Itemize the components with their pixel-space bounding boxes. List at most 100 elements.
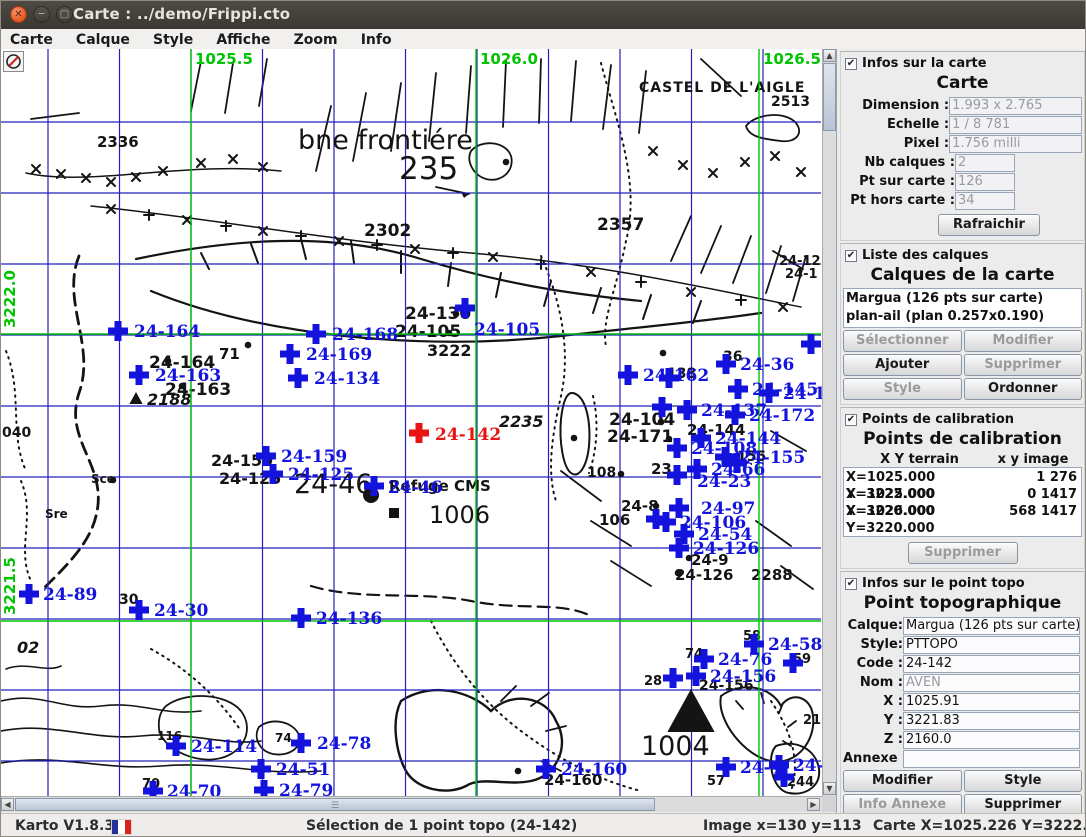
map-triangle-symbol [129, 392, 142, 404]
topo-point-label: 24-159 [281, 447, 347, 467]
topo-point-label: 24-126 [693, 539, 759, 559]
nom-field[interactable]: AVEN [903, 674, 1080, 692]
topo-point-label: 24-105 [474, 320, 540, 340]
map-canvas[interactable]: 2336bne frontiére2352302CASTEL DE L'AIGL… [1, 49, 822, 796]
menu-calque[interactable]: Calque [67, 31, 139, 48]
map-text: 106 [599, 511, 630, 529]
calibration-heading: Points de calibration [843, 429, 1082, 449]
rafraichir-button[interactable]: Rafraichir [938, 214, 1040, 236]
code-field[interactable]: 24-142 [903, 655, 1080, 673]
map-point-dot [446, 330, 453, 337]
calibration-checkbox[interactable]: ✔ [845, 414, 857, 426]
horizontal-scroll-thumb[interactable]: ☰ [15, 798, 655, 811]
dimension-field[interactable]: 1.993 x 2.765 [949, 97, 1082, 115]
calibration-row[interactable]: X=1026.000 Y=3220.000 568 1417 [846, 503, 1079, 520]
topo-point-label: 24-46 [388, 478, 442, 498]
annexe-field[interactable] [903, 750, 1080, 768]
map-point-dot [686, 555, 693, 562]
scroll-right-button[interactable]: ▶ [807, 798, 820, 811]
map-point-dot [453, 311, 460, 318]
modifier-point-button[interactable]: Modifier [843, 770, 962, 792]
echelle-field[interactable]: 1 / 8 781 [949, 116, 1082, 134]
supprimer-calibration-button[interactable]: Supprimer [908, 542, 1018, 564]
layer-item[interactable]: plan-ail (plan 0.257x0.190) [846, 308, 1079, 326]
pixel-field[interactable]: 1.756 milli [949, 135, 1082, 153]
style-calque-button[interactable]: Style [843, 378, 962, 400]
liste-calques-checkbox[interactable]: ✔ [845, 250, 857, 262]
vertical-scroll-thumb[interactable] [823, 63, 836, 131]
topo-point-marker[interactable] [618, 365, 638, 385]
layer-item[interactable]: Margua (126 pts sur carte) [846, 290, 1079, 308]
horizontal-scrollbar[interactable]: ◀ ☰ ▶ [1, 796, 822, 812]
calibration-label-x: 1025.5 [195, 50, 253, 68]
pt-hors-carte-field[interactable]: 34 [955, 192, 1015, 210]
style-point-button[interactable]: Style [964, 770, 1083, 792]
map-point-dot [675, 570, 682, 577]
map-text: 3222 [427, 341, 472, 360]
topo-point-marker[interactable] [306, 324, 326, 344]
map-text: 57 [707, 774, 725, 789]
window-close-button[interactable]: ✕ [10, 6, 27, 23]
calques-listbox[interactable]: Margua (126 pts sur carte) plan-ail (pla… [843, 288, 1082, 328]
topo-point-marker[interactable] [663, 668, 683, 688]
scroll-left-button[interactable]: ◀ [1, 798, 14, 811]
map-viewport[interactable]: 2336bne frontiére2352302CASTEL DE L'AIGL… [1, 49, 822, 796]
code-label: Code : [843, 656, 903, 671]
pt-hors-carte-label: Pt hors carte : [843, 193, 955, 208]
topo-point-label: 24-172 [749, 406, 815, 426]
selected-topo-marker[interactable] [409, 423, 429, 443]
french-flag-icon [111, 819, 132, 835]
liste-calques-checkbox-label: Liste des calques [862, 248, 988, 263]
topo-point-marker[interactable] [801, 334, 821, 354]
x-field[interactable]: 1025.91 [903, 693, 1080, 711]
topo-point-marker[interactable] [291, 608, 311, 628]
style-field[interactable]: PTTOPO [903, 636, 1080, 654]
app-version: Karto V1.8.3 [15, 818, 114, 834]
topo-point-marker[interactable] [108, 321, 128, 341]
topo-point-marker[interactable] [19, 584, 39, 604]
scroll-down-button[interactable]: ▼ [823, 782, 836, 795]
point-topo-checkbox[interactable]: ✔ [845, 578, 857, 590]
calibration-listbox[interactable]: X=1025.000 Y=3222.000 1 276 X=1025.000 Y… [843, 467, 1082, 537]
menu-carte[interactable]: Carte [1, 31, 62, 48]
menu-zoom[interactable]: Zoom [285, 31, 347, 48]
ajouter-button[interactable]: Ajouter [843, 354, 962, 376]
map-text: 24-1 [785, 267, 818, 282]
map-text: 24-171 [607, 427, 673, 447]
nom-label: Nom : [843, 675, 903, 690]
map-text: Sre [45, 507, 68, 521]
topo-point-marker[interactable] [251, 759, 271, 779]
calque-field[interactable]: Margua (126 pts sur carte) [903, 617, 1080, 635]
supprimer-calque-button[interactable]: Supprimer [964, 354, 1083, 376]
scroll-up-button[interactable]: ▲ [823, 49, 836, 62]
topo-point-label: 24-70 [167, 782, 222, 796]
map-text: 108 [587, 465, 616, 481]
window-minimize-button[interactable]: ─ [33, 6, 50, 23]
nb-calques-field[interactable]: 2 [955, 154, 1015, 172]
pt-sur-carte-field[interactable]: 126 [955, 173, 1015, 191]
window-maximize-button[interactable]: ▢ [56, 6, 73, 23]
selectionner-button[interactable]: Sélectionner [843, 330, 962, 352]
topo-point-marker[interactable] [254, 780, 274, 796]
menu-affiche[interactable]: Affiche [207, 31, 279, 48]
topo-point-marker[interactable] [288, 368, 308, 388]
topo-point-label: 24-51 [276, 760, 330, 780]
vertical-scrollbar[interactable]: ▲ ▼ [822, 49, 836, 796]
topo-point-marker[interactable] [728, 379, 748, 399]
ordonner-button[interactable]: Ordonner [964, 378, 1083, 400]
z-field[interactable]: 2160.0 [903, 731, 1080, 749]
topo-point-marker[interactable] [129, 365, 149, 385]
map-point-dot [503, 159, 510, 166]
topo-point-marker[interactable] [280, 344, 300, 364]
y-field[interactable]: 3221.83 [903, 712, 1080, 730]
topo-point-marker[interactable] [677, 400, 697, 420]
infos-carte-checkbox[interactable]: ✔ [845, 58, 857, 70]
menu-style[interactable]: Style [144, 31, 202, 48]
calibration-row[interactable]: X=1025.000 Y=3220.000 0 1417 [846, 486, 1079, 503]
infos-carte-checkbox-label: Infos sur la carte [862, 56, 987, 71]
carte-heading: Carte [843, 73, 1082, 93]
calibration-row[interactable]: X=1025.000 Y=3222.000 1 276 [846, 469, 1079, 486]
menu-info[interactable]: Info [352, 31, 401, 48]
annexe-label: Annexe : [843, 751, 903, 766]
modifier-calque-button[interactable]: Modifier [964, 330, 1083, 352]
